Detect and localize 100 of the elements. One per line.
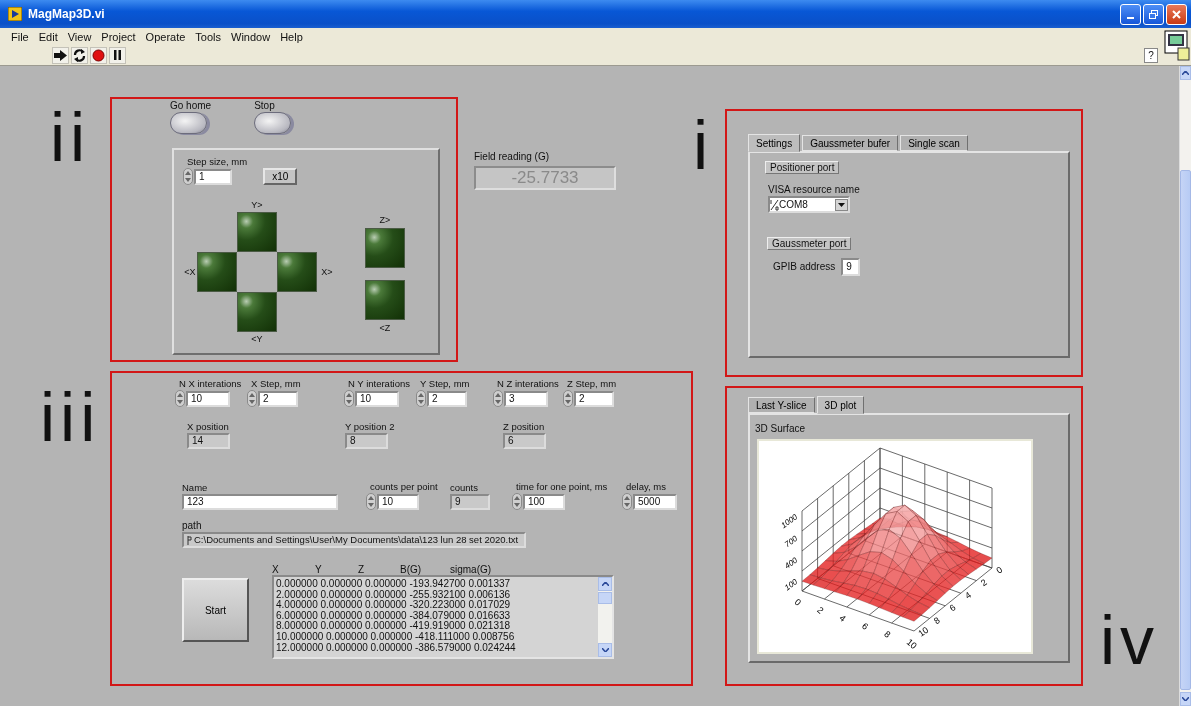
- column-header: Y: [315, 565, 323, 575]
- scroll-down-icon[interactable]: [598, 643, 612, 657]
- scroll-thumb[interactable]: [598, 592, 612, 604]
- field-label: delay, ms: [626, 481, 666, 493]
- axis-tick-label: 6: [859, 620, 871, 632]
- menu-item[interactable]: File: [6, 30, 34, 43]
- spinner[interactable]: [416, 390, 426, 407]
- list-row-text: 4.000000 0.000000 0.000000 -320.223000 0.017029: [276, 600, 512, 611]
- field-label: VISA resource name: [768, 184, 860, 196]
- axis-tick-label: 2: [978, 577, 989, 589]
- path-field[interactable]: C:\Documents and Settings\User\My Documents\data\123 lun 28 set 2020.txt: [182, 532, 527, 548]
- axis-tick-label: 10: [904, 636, 919, 651]
- button-label: Go home: [170, 100, 212, 112]
- indicator-field: 9: [450, 494, 490, 510]
- axis-tick-label: 4: [963, 589, 974, 601]
- field-label: Field reading (G): [474, 151, 551, 163]
- minimize-button[interactable]: [1120, 3, 1141, 25]
- menu-item[interactable]: Edit: [33, 30, 63, 43]
- menu-item[interactable]: View: [62, 30, 97, 43]
- list-row-text: 8.000000 0.000000 0.000000 -419.919000 0.021318: [276, 621, 512, 632]
- input-field[interactable]: 1: [194, 168, 232, 185]
- field-label: N Z interations: [497, 378, 559, 390]
- axis-tick-label: 4: [837, 612, 848, 624]
- axis-tick-label: 8: [882, 628, 893, 640]
- field-label: Name: [182, 482, 208, 494]
- menu-item[interactable]: Project: [96, 30, 141, 43]
- restore-button[interactable]: [1143, 3, 1164, 25]
- caret-icon: [838, 202, 845, 207]
- axis-tick-label: 0: [792, 596, 803, 608]
- input-field[interactable]: 2: [258, 390, 298, 407]
- direction-label: X>: [320, 266, 334, 279]
- spinner[interactable]: [563, 390, 573, 407]
- resource-dropdown[interactable]: COM8: [768, 196, 850, 213]
- menu-item[interactable]: Window: [226, 30, 276, 43]
- run-arrow-icon[interactable]: [52, 46, 69, 64]
- spinner[interactable]: [622, 493, 632, 510]
- close-icon: [1171, 8, 1182, 20]
- spinner[interactable]: [366, 493, 376, 510]
- input-field[interactable]: 123: [182, 494, 338, 510]
- input-field[interactable]: 10: [377, 493, 419, 510]
- scroll-up-icon[interactable]: [1180, 66, 1191, 80]
- spinner[interactable]: [247, 390, 257, 407]
- axis-tick-label: 2: [815, 604, 826, 616]
- close-button[interactable]: [1166, 3, 1187, 25]
- menu-item[interactable]: Help: [275, 30, 308, 43]
- spinner[interactable]: [183, 168, 193, 185]
- stop-circle-icon[interactable]: [90, 46, 107, 64]
- jog-button[interactable]: [277, 252, 317, 292]
- dropdown-button[interactable]: [835, 198, 848, 211]
- scroll-up-icon[interactable]: [598, 577, 612, 591]
- input-field[interactable]: 5000: [633, 493, 677, 510]
- field-label: Y position 2: [345, 421, 395, 433]
- toggle-button[interactable]: [254, 112, 292, 134]
- toggle-button[interactable]: [170, 112, 207, 134]
- direction-label: Y>: [250, 199, 264, 212]
- input-field[interactable]: 3: [504, 390, 548, 407]
- start-button[interactable]: Start: [182, 578, 249, 642]
- tab[interactable]: Last Y-slice: [748, 397, 815, 413]
- jog-button[interactable]: [365, 228, 405, 268]
- jog-button[interactable]: [237, 212, 277, 252]
- restore-icon: [1148, 8, 1159, 20]
- section-label: i: [693, 106, 710, 179]
- input-field[interactable]: 9: [841, 258, 861, 276]
- spinner[interactable]: [493, 390, 503, 407]
- help-button[interactable]: ?: [1144, 47, 1158, 63]
- list-row-text: 2.000000 0.000000 0.000000 -255.932100 0.006136: [276, 589, 512, 600]
- scroll-down-icon[interactable]: [1180, 692, 1191, 706]
- field-label: path: [182, 520, 202, 532]
- menu-item[interactable]: Operate: [140, 30, 191, 43]
- jog-button[interactable]: [197, 252, 237, 292]
- section-caption: Gaussmeter port: [767, 237, 852, 250]
- data-listbox[interactable]: [272, 575, 614, 659]
- loop-arrows-icon[interactable]: [71, 46, 88, 64]
- tab[interactable]: Gaussmeter bufer: [802, 135, 899, 151]
- scroll-thumb[interactable]: [1180, 170, 1191, 690]
- input-field[interactable]: 10: [355, 390, 399, 407]
- spinner[interactable]: [344, 390, 354, 407]
- jog-button[interactable]: [237, 292, 277, 332]
- list-row-text: 0.000000 0.000000 0.000000 -193.942700 0.001337: [276, 579, 512, 590]
- jog-button[interactable]: [365, 280, 405, 320]
- direction-label: Z>: [379, 214, 391, 226]
- vi-icon[interactable]: [1164, 30, 1190, 62]
- input-field[interactable]: 10: [186, 390, 230, 407]
- tab[interactable]: 3D plot: [816, 396, 865, 414]
- tab[interactable]: Settings: [748, 134, 801, 152]
- spinner[interactable]: [512, 493, 522, 510]
- input-field[interactable]: 2: [574, 390, 614, 407]
- direction-label: <Y: [250, 333, 264, 346]
- column-header: sigma(G): [450, 565, 493, 575]
- spinner[interactable]: [175, 390, 185, 407]
- input-field[interactable]: 2: [427, 390, 467, 407]
- field-label: X position: [187, 421, 229, 433]
- menu-item[interactable]: Tools: [190, 30, 227, 43]
- pause-icon[interactable]: [109, 46, 126, 64]
- field-label: Z Step, mm: [567, 378, 617, 390]
- multiplier-button[interactable]: x10: [263, 168, 298, 185]
- input-field[interactable]: 100: [523, 493, 565, 510]
- tab[interactable]: Single scan: [900, 135, 968, 151]
- section-label: ii: [49, 98, 92, 171]
- axis-tick-label: 700: [783, 534, 800, 550]
